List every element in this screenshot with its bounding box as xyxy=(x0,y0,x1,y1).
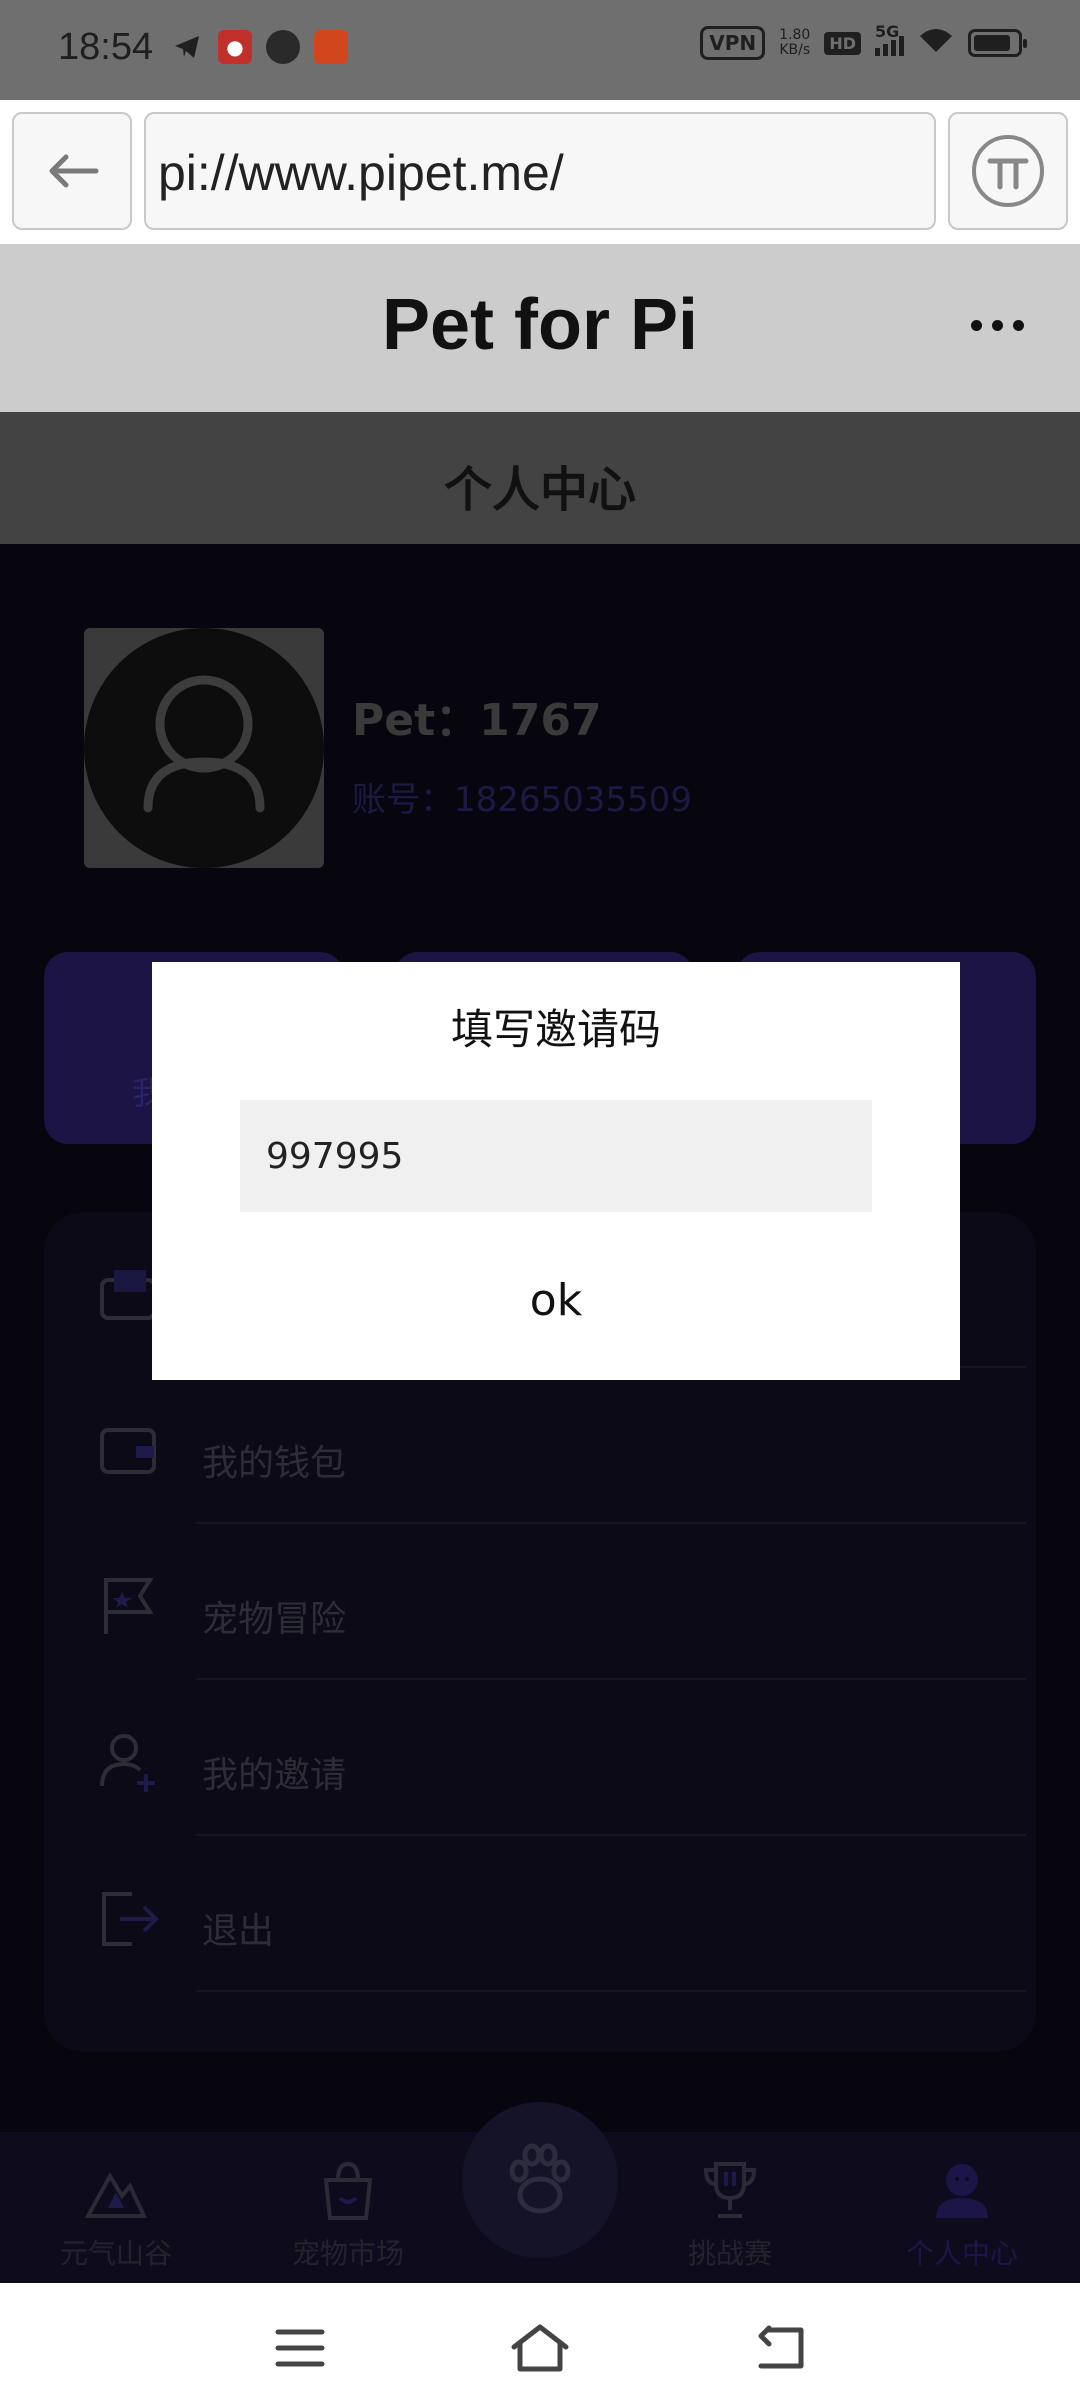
avatar[interactable] xyxy=(84,628,324,868)
vpn-badge: VPN xyxy=(700,26,766,60)
nav-item-market[interactable]: 宠物市场 xyxy=(248,2158,448,2272)
menu-icon xyxy=(275,2329,325,2367)
back-button[interactable] xyxy=(12,112,132,230)
dialog-title: 填写邀请码 xyxy=(450,1005,661,1054)
menu-item-wallet[interactable]: 我的钱包 xyxy=(44,1368,1036,1524)
profile-content: Pet：1767 账号：18265035509 我 我的钱包 宠物冒险 我的邀请 xyxy=(0,544,1080,2283)
pi-logo-icon xyxy=(972,135,1044,207)
notification-icons: ● xyxy=(170,30,348,64)
trophy-icon xyxy=(703,2162,757,2218)
signal-icon: 5G xyxy=(875,22,904,56)
logout-icon xyxy=(102,1892,159,1946)
url-bar[interactable]: pi://www.pipet.me/ xyxy=(144,112,936,230)
menu-item-label: 宠物冒险 xyxy=(202,1599,347,1640)
status-bar: 18:54 ● VPN 1.80 KB/s HD 5G xyxy=(0,0,1080,100)
menu-item-adventure[interactable]: 宠物冒险 xyxy=(44,1524,1036,1680)
app-orange-icon xyxy=(314,30,348,64)
home-button[interactable] xyxy=(505,2313,575,2383)
nav-item-pet[interactable] xyxy=(462,2102,618,2258)
menu-item-logout[interactable]: 退出 xyxy=(44,1836,1036,1992)
nav-label: 宠物市场 xyxy=(291,2237,404,2270)
status-time: 18:54 xyxy=(58,26,154,68)
menu-item-label: 我的邀请 xyxy=(202,1755,347,1796)
nav-item-challenge[interactable]: 挑战赛 xyxy=(630,2158,830,2272)
app-header: Pet for Pi xyxy=(0,244,1080,412)
recent-apps-button[interactable] xyxy=(265,2313,335,2383)
ok-button[interactable]: ok xyxy=(456,1260,656,1340)
browser-bar: pi://www.pipet.me/ xyxy=(0,100,1080,244)
back-icon xyxy=(758,2325,804,2369)
profile-icon xyxy=(936,2164,988,2218)
hd-badge: HD xyxy=(824,31,861,55)
page-header: 个人中心 xyxy=(0,412,1080,544)
wallet-icon xyxy=(100,1428,156,1474)
status-right: VPN 1.80 KB/s HD 5G xyxy=(700,22,1027,60)
menu-item-label: 退出 xyxy=(202,1911,275,1952)
bottom-nav: 元气山谷 宠物市场 挑战赛 个人中心 xyxy=(0,2102,1080,2283)
user-icon xyxy=(143,675,265,813)
page-title: 个人中心 xyxy=(443,462,636,518)
telegram-icon xyxy=(170,30,204,64)
app-title: Pet for Pi xyxy=(381,285,699,365)
battery-icon xyxy=(968,29,1027,57)
back-nav-button[interactable] xyxy=(745,2313,815,2383)
system-nav-bar xyxy=(0,2283,1080,2408)
home-icon xyxy=(511,2324,569,2372)
account-number: 账号：18265035509 xyxy=(352,780,692,820)
flag-icon xyxy=(104,1578,154,1634)
url-text: pi://www.pipet.me/ xyxy=(158,145,564,201)
arrow-left-icon xyxy=(49,154,99,188)
menu-item-label: 我的钱包 xyxy=(202,1443,347,1484)
nav-item-profile[interactable]: 个人中心 xyxy=(862,2158,1062,2272)
add-user-icon xyxy=(100,1734,155,1792)
invite-code-input[interactable] xyxy=(240,1100,872,1212)
more-icon[interactable] xyxy=(971,320,1024,331)
nav-label: 挑战赛 xyxy=(687,2237,772,2270)
invite-code-dialog: 填写邀请码 ok xyxy=(152,962,960,1380)
nav-item-valley[interactable]: 元气山谷 xyxy=(16,2158,216,2272)
pet-name: Pet：1767 xyxy=(352,695,602,746)
pi-browser-button[interactable] xyxy=(948,112,1068,230)
mountain-icon xyxy=(84,2171,148,2218)
shopping-bag-icon xyxy=(323,2161,373,2220)
nav-label: 个人中心 xyxy=(905,2237,1018,2270)
app-red-icon: ● xyxy=(218,30,252,64)
nav-label: 元气山谷 xyxy=(59,2237,172,2270)
network-speed: 1.80 KB/s xyxy=(779,27,811,58)
app-cat-icon xyxy=(266,30,300,64)
menu-item-invitations[interactable]: 我的邀请 xyxy=(44,1680,1036,1836)
mail-icon xyxy=(100,1270,156,1320)
wifi-icon xyxy=(918,26,954,60)
paw-icon xyxy=(509,2143,571,2214)
